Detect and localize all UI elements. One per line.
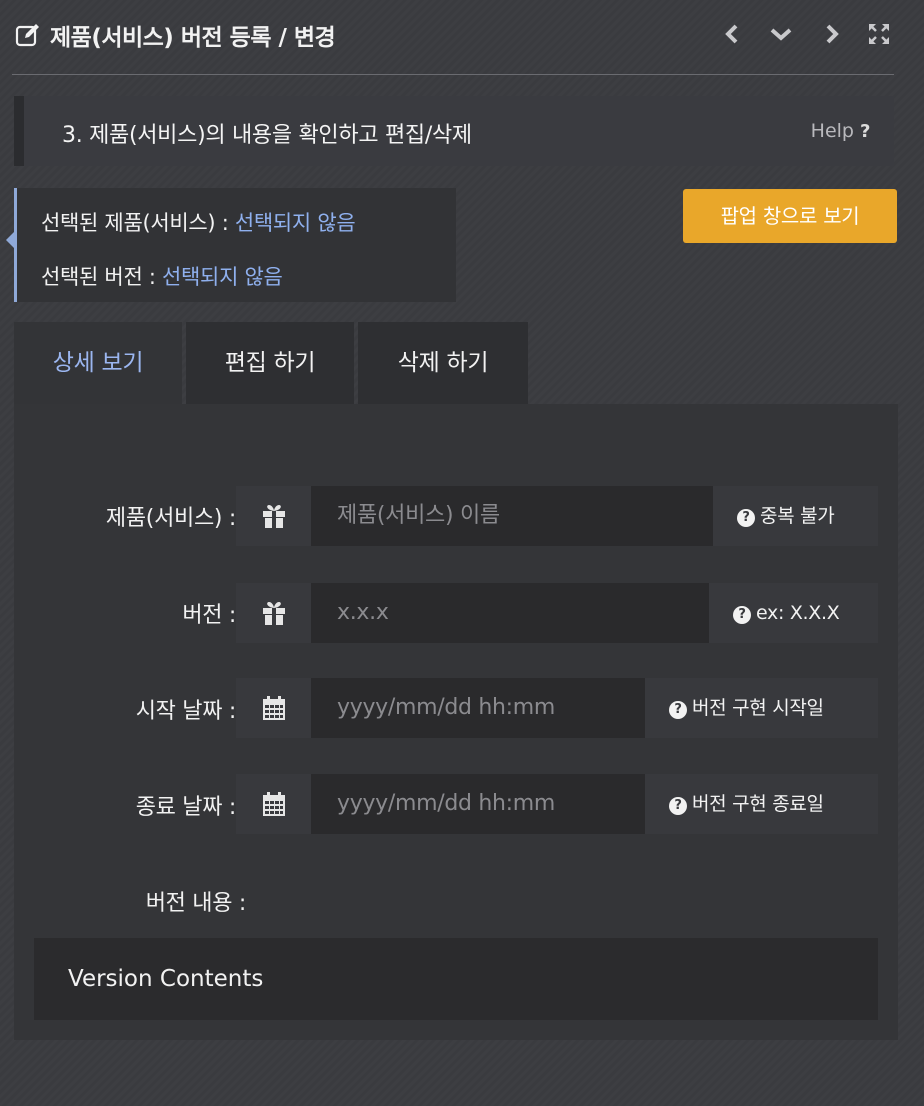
popup-view-button[interactable]: 팝업 창으로 보기 bbox=[683, 189, 897, 243]
selected-product-value: 선택되지 않음 bbox=[234, 211, 356, 235]
edit-icon bbox=[15, 24, 39, 47]
gift-icon bbox=[263, 602, 285, 625]
start-date-label: 시작 날짜 : bbox=[135, 699, 237, 724]
product-label: 제품(서비스) : bbox=[105, 506, 236, 531]
window-header: 제품(서비스) 버전 등록 / 변경 bbox=[0, 0, 924, 72]
start-date-input[interactable]: yyyy/mm/dd hh:mm bbox=[311, 678, 645, 738]
tab-delete[interactable]: 삭제 하기 bbox=[358, 322, 528, 404]
expand-icon[interactable] bbox=[867, 22, 891, 46]
contents-label: 버전 내용 : bbox=[145, 891, 247, 916]
step-bar: 3. 제품(서비스)의 내용을 확인하고 편집/삭제 Help? bbox=[14, 96, 894, 166]
step-marker bbox=[14, 96, 24, 166]
selected-product-row: 선택된 제품(서비스) : 선택되지 않음 bbox=[41, 207, 356, 237]
selected-version-row: 선택된 버전 : 선택되지 않음 bbox=[41, 261, 283, 291]
pointer-arrow bbox=[6, 232, 14, 248]
chevron-left-icon[interactable] bbox=[720, 22, 744, 46]
version-input[interactable]: x.x.x bbox=[311, 583, 709, 643]
selection-info: 선택된 제품(서비스) : 선택되지 않음 선택된 버전 : 선택되지 않음 bbox=[6, 188, 456, 302]
end-date-icon-cell bbox=[236, 774, 311, 834]
window-title: 제품(서비스) 버전 등록 / 변경 bbox=[50, 25, 336, 51]
detail-panel: 제품(서비스) : 제품(서비스) 이름 ? 중복 불가 버전 : x.x.x ?… bbox=[14, 404, 898, 1040]
version-label: 버전 : bbox=[182, 603, 236, 628]
start-date-icon-cell bbox=[236, 678, 311, 738]
version-hint: ? ex: X.X.X bbox=[709, 583, 878, 643]
help-label: Help bbox=[810, 120, 854, 142]
question-circle-icon: ? bbox=[737, 509, 755, 527]
question-circle-icon: ? bbox=[669, 797, 687, 815]
selected-version-value: 선택되지 않음 bbox=[162, 265, 283, 289]
question-circle-icon: ? bbox=[733, 606, 751, 624]
product-name-input[interactable]: 제품(서비스) 이름 bbox=[311, 486, 713, 546]
chevron-right-icon[interactable] bbox=[820, 22, 844, 46]
step-title: 3. 제품(서비스)의 내용을 확인하고 편집/삭제 bbox=[62, 123, 472, 148]
tab-detail-view[interactable]: 상세 보기 bbox=[14, 322, 182, 404]
end-date-label: 종료 날짜 : bbox=[135, 795, 237, 820]
question-circle-icon: ? bbox=[669, 701, 687, 719]
version-hint-text: ex: X.X.X bbox=[756, 602, 840, 624]
end-date-input[interactable]: yyyy/mm/dd hh:mm bbox=[311, 774, 645, 834]
help-icon: ? bbox=[860, 121, 871, 142]
product-hint-text: 중복 불가 bbox=[760, 505, 835, 527]
end-date-hint-text: 버전 구현 종료일 bbox=[692, 793, 824, 815]
header-divider bbox=[12, 74, 894, 75]
gift-icon bbox=[263, 505, 285, 528]
end-date-hint: ? 버전 구현 종료일 bbox=[645, 774, 878, 834]
product-icon-cell bbox=[236, 486, 311, 546]
start-date-hint-text: 버전 구현 시작일 bbox=[692, 697, 824, 719]
chevron-down-icon[interactable] bbox=[769, 22, 793, 46]
calendar-icon bbox=[263, 792, 285, 816]
calendar-icon bbox=[263, 696, 285, 720]
selected-version-label: 선택된 버전 : bbox=[41, 265, 163, 289]
selected-product-label: 선택된 제품(서비스) : bbox=[41, 211, 235, 235]
tab-edit[interactable]: 편집 하기 bbox=[186, 322, 354, 404]
version-contents-area[interactable]: Version Contents bbox=[34, 938, 878, 1020]
help-button[interactable]: Help? bbox=[811, 120, 876, 142]
start-date-hint: ? 버전 구현 시작일 bbox=[645, 678, 878, 738]
product-hint: ? 중복 불가 bbox=[713, 486, 878, 546]
version-icon-cell bbox=[236, 583, 311, 643]
